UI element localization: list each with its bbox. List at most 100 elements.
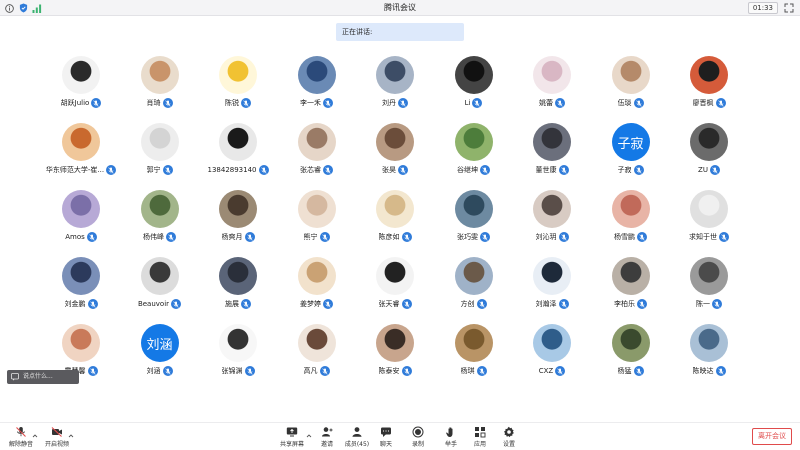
participant-tile[interactable]: 刘沁玥 xyxy=(513,186,591,252)
chat-preview[interactable]: 说点什么... xyxy=(7,370,79,384)
share-screen-label: 共享屏幕 xyxy=(279,441,304,448)
participant-tile[interactable]: 杨雪鹏 xyxy=(592,186,670,252)
settings-button[interactable]: 设置 xyxy=(492,426,526,450)
participant-tile[interactable]: Amos xyxy=(42,186,120,252)
participant-name-row: 施展 xyxy=(199,299,277,309)
participant-tile[interactable]: 姚蕾 xyxy=(513,52,591,118)
avatar xyxy=(297,324,336,362)
avatar xyxy=(611,190,650,228)
avatar xyxy=(219,257,257,295)
participant-tile[interactable]: Li xyxy=(435,52,513,118)
participant-name-row: 华东师范大学-崔... xyxy=(42,165,120,175)
avatar xyxy=(533,123,571,161)
participant-name-row: 伍琰 xyxy=(592,98,670,108)
participant-tile[interactable]: 陈彦如 xyxy=(356,186,434,252)
participant-name-row: 杨雪鹏 xyxy=(592,232,670,242)
participant-name-row: 陈一 xyxy=(670,299,748,309)
participant-tile[interactable]: 陈映达 xyxy=(670,320,748,386)
participant-tile[interactable]: 胡跃Julio xyxy=(42,52,120,118)
mic-status-icon xyxy=(401,299,412,309)
mic-status-icon xyxy=(241,98,251,108)
participant-name-row: 张昊 xyxy=(356,165,434,175)
participant-tile[interactable]: 杨琪 xyxy=(435,320,513,386)
gear-icon xyxy=(504,426,514,438)
participant-tile[interactable]: 求知于世 xyxy=(670,186,748,252)
participant-tile[interactable]: 张天睿 xyxy=(356,253,434,319)
participant-tile[interactable]: 子寂 子寂 xyxy=(592,119,670,185)
participant-tile[interactable]: 伍琰 xyxy=(592,52,670,118)
share-screen-button[interactable]: 共享屏幕 xyxy=(275,426,309,450)
participant-tile[interactable]: 刘金鹏 xyxy=(42,253,120,319)
participant-tile[interactable]: 高凡 xyxy=(278,320,356,386)
avatar xyxy=(611,56,650,94)
meeting-timer: 01:33 xyxy=(747,2,778,14)
participant-name: Amos xyxy=(65,233,85,241)
participant-tile[interactable]: 张芯睿 xyxy=(278,119,356,185)
participant-tile[interactable]: 张锦渊 xyxy=(199,320,277,386)
participant-tile[interactable]: 刘瀚泽 xyxy=(513,253,591,319)
participant-name: ZU xyxy=(698,166,708,174)
participant-name-row: 郭宁 xyxy=(121,165,199,175)
mic-status-icon xyxy=(166,232,176,242)
participant-name-row: 李柏乐 xyxy=(592,299,670,309)
participant-tile[interactable]: 杨爽月 xyxy=(199,186,277,252)
participant-tile[interactable]: 董世康 xyxy=(513,119,591,185)
participant-name-row: 胡跃Julio xyxy=(42,98,120,108)
participant-tile[interactable]: 熊宁 xyxy=(278,186,356,252)
participant-tile[interactable]: 李柏乐 xyxy=(592,253,670,319)
participant-name: CXZ xyxy=(538,367,554,375)
participant-tile[interactable]: 刘涵 刘涵 xyxy=(121,320,199,386)
participant-tile[interactable]: 张昊 xyxy=(356,119,434,185)
participant-tile[interactable]: 施展 xyxy=(199,253,277,319)
participant-name: 子寂 xyxy=(617,166,632,174)
participant-tile[interactable]: 13842893140 xyxy=(199,119,277,185)
avatar: 刘涵 xyxy=(140,324,179,362)
chat-button[interactable]: 聊天 xyxy=(369,426,403,450)
participant-tile[interactable]: 杨伟峰 xyxy=(121,186,199,252)
participant-tile[interactable]: 谷继坤 xyxy=(435,119,513,185)
mic-status-icon xyxy=(162,165,173,175)
participant-name-row: CXZ xyxy=(513,366,591,376)
participant-name-row: 刘沁玥 xyxy=(513,232,591,242)
mute-options-chevron-icon[interactable] xyxy=(32,433,38,439)
participant-tile[interactable]: Beauvoir xyxy=(121,253,199,319)
leave-meeting-button[interactable]: 离开会议 xyxy=(752,428,792,445)
participant-tile[interactable]: 杨猛 xyxy=(592,320,670,386)
mic-status-icon xyxy=(712,299,722,309)
video-options-chevron-icon[interactable] xyxy=(68,433,74,439)
avatar xyxy=(376,56,414,94)
avatar xyxy=(454,190,493,228)
participant-tile[interactable]: 陈泰安 xyxy=(356,320,434,386)
fullscreen-icon[interactable] xyxy=(784,3,794,13)
participant-name-row: Amos xyxy=(42,232,120,242)
participant-name: 张天睿 xyxy=(378,300,400,308)
participant-tile[interactable]: 肖琦 xyxy=(121,52,199,118)
record-button[interactable]: 录制 xyxy=(401,426,435,450)
participant-tile[interactable]: 方创 xyxy=(435,253,513,319)
avatar xyxy=(690,123,728,161)
participant-tile[interactable]: ZU xyxy=(670,119,748,185)
participant-name: 杨雪鹏 xyxy=(614,233,635,241)
participant-name-row: 董世康 xyxy=(513,165,591,175)
participant-tile[interactable]: 张巧雯 xyxy=(435,186,513,252)
participant-tile[interactable]: 陈锐 xyxy=(199,52,277,118)
mic-status-icon xyxy=(637,232,647,242)
participant-tile[interactable]: 廖晋枫 xyxy=(670,52,748,118)
participant-tile[interactable]: 李一禾 xyxy=(278,52,356,118)
participant-tile[interactable]: 姜梦婷 xyxy=(278,253,356,319)
participant-tile[interactable]: 陈一 xyxy=(670,253,748,319)
participant-name: 熊宁 xyxy=(303,233,318,241)
mic-status-icon xyxy=(401,366,412,376)
participant-tile[interactable]: CXZ xyxy=(513,320,591,386)
avatar xyxy=(297,190,336,228)
mic-status-icon xyxy=(555,98,565,108)
participant-tile[interactable]: 刘丹 xyxy=(356,52,434,118)
invite-button[interactable]: 邀请 xyxy=(310,426,344,450)
avatar xyxy=(140,123,179,161)
avatar xyxy=(297,56,336,94)
participant-name-row: 肖琦 xyxy=(121,98,199,108)
participant-tile[interactable]: 郭宁 xyxy=(121,119,199,185)
mic-status-icon xyxy=(715,98,726,108)
mic-status-icon xyxy=(241,299,251,309)
participant-tile[interactable]: 华东师范大学-崔... xyxy=(42,119,120,185)
